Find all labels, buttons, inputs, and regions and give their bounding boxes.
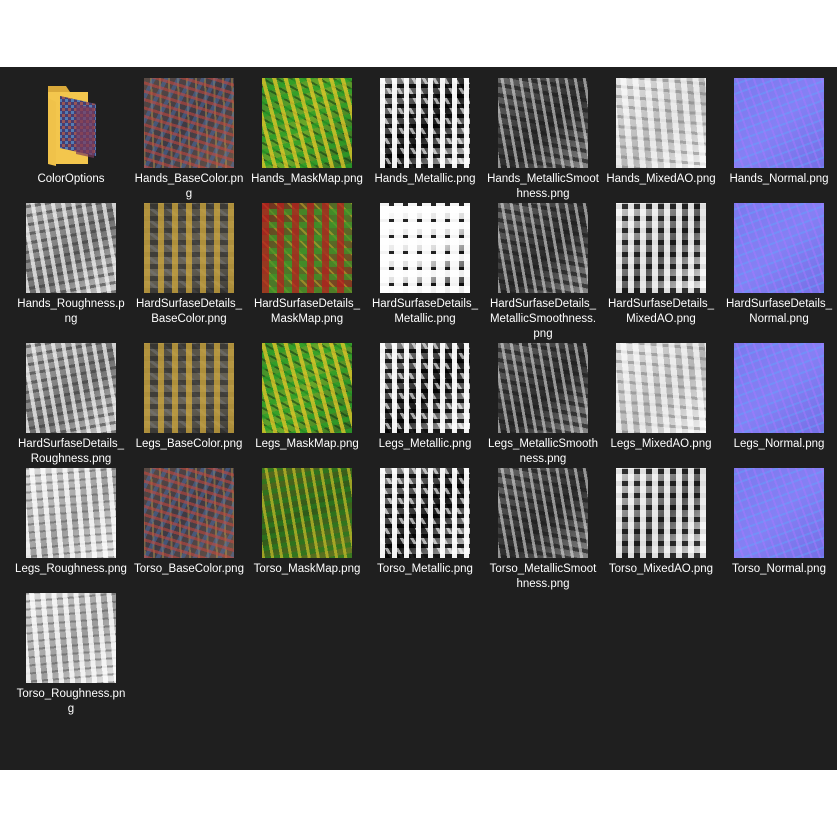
file-item[interactable]: Legs_MaskMap.png [248, 342, 366, 467]
folder-label: ColorOptions [37, 173, 105, 185]
file-item[interactable]: Torso_BaseColor.png [130, 467, 248, 592]
file-thumbnail [262, 203, 352, 293]
file-label: HardSurfaseDetails_Normal.png [725, 298, 833, 325]
file-label: Legs_Metallic.png [378, 438, 472, 450]
file-thumbnail [262, 468, 352, 558]
file-item[interactable]: HardSurfaseDetails_BaseColor.png [130, 202, 248, 342]
file-label: Legs_Roughness.png [15, 563, 127, 575]
file-item[interactable]: Hands_MixedAO.png [602, 77, 720, 202]
file-item[interactable]: Legs_Metallic.png [366, 342, 484, 467]
file-thumbnail [26, 593, 116, 683]
file-thumbnail [144, 468, 234, 558]
file-label: Torso_Roughness.png [16, 688, 126, 715]
file-label: HardSurfaseDetails_MaskMap.png [253, 298, 361, 325]
file-item[interactable]: Legs_Normal.png [720, 342, 837, 467]
file-thumbnail [498, 203, 588, 293]
file-item[interactable]: Hands_Normal.png [720, 77, 837, 202]
file-label: Legs_MaskMap.png [255, 438, 359, 450]
file-thumbnail [734, 343, 824, 433]
file-item[interactable]: Legs_Roughness.png [12, 467, 130, 592]
file-thumbnail [498, 343, 588, 433]
file-item[interactable]: Torso_Roughness.png [12, 592, 130, 717]
file-label: Hands_Normal.png [729, 173, 829, 185]
file-thumbnail [734, 468, 824, 558]
file-item[interactable]: Legs_MetallicSmoothness.png [484, 342, 602, 467]
file-thumbnail [262, 78, 352, 168]
file-item[interactable]: Hands_MetallicSmoothness.png [484, 77, 602, 202]
file-item[interactable]: HardSurfaseDetails_Normal.png [720, 202, 837, 342]
file-item[interactable]: Torso_Normal.png [720, 467, 837, 592]
file-item[interactable]: Legs_BaseColor.png [130, 342, 248, 467]
file-label: Hands_Metallic.png [374, 173, 476, 185]
file-thumbnail [144, 343, 234, 433]
file-label: Torso_MetallicSmoothness.png [489, 563, 597, 590]
file-item[interactable]: Torso_MetallicSmoothness.png [484, 467, 602, 592]
file-thumbnail [144, 78, 234, 168]
file-item[interactable]: Hands_Roughness.png [12, 202, 130, 342]
file-label: HardSurfaseDetails_MetallicSmoothness.pn… [489, 298, 597, 340]
file-label: HardSurfaseDetails_BaseColor.png [135, 298, 243, 325]
file-thumbnail [262, 343, 352, 433]
file-thumbnail [616, 203, 706, 293]
file-item[interactable]: Hands_BaseColor.png [130, 77, 248, 202]
folder-icon [26, 78, 116, 168]
file-item[interactable]: Legs_MixedAO.png [602, 342, 720, 467]
file-thumbnail [144, 203, 234, 293]
file-thumbnail [380, 203, 470, 293]
file-item[interactable]: Torso_MixedAO.png [602, 467, 720, 592]
file-label: HardSurfaseDetails_MixedAO.png [607, 298, 715, 325]
file-thumbnail [498, 78, 588, 168]
file-label: Hands_BaseColor.png [134, 173, 244, 200]
file-label: Legs_Normal.png [733, 438, 825, 450]
file-label: Torso_Normal.png [732, 563, 826, 575]
file-label: Legs_MixedAO.png [610, 438, 712, 450]
file-explorer-view: ColorOptions Hands_BaseColor.png Hands_Ma… [0, 67, 837, 770]
file-item[interactable]: HardSurfaseDetails_Metallic.png [366, 202, 484, 342]
file-label: Hands_MaskMap.png [251, 173, 363, 185]
file-thumbnail [734, 78, 824, 168]
file-item[interactable]: Torso_Metallic.png [366, 467, 484, 592]
file-thumbnail [26, 343, 116, 433]
file-thumbnail [734, 203, 824, 293]
file-item[interactable]: Hands_Metallic.png [366, 77, 484, 202]
file-label: Torso_MaskMap.png [253, 563, 361, 575]
file-item[interactable]: HardSurfaseDetails_MixedAO.png [602, 202, 720, 342]
folder-item[interactable]: ColorOptions [12, 77, 130, 202]
file-thumbnail [26, 468, 116, 558]
file-item[interactable]: HardSurfaseDetails_Roughness.png [12, 342, 130, 467]
file-label: Torso_BaseColor.png [134, 563, 244, 575]
file-thumbnail [498, 468, 588, 558]
file-label: Legs_MetallicSmoothness.png [488, 438, 598, 465]
file-label: HardSurfaseDetails_Roughness.png [17, 438, 125, 465]
file-thumbnail [380, 78, 470, 168]
file-label: Hands_MetallicSmoothness.png [487, 173, 599, 200]
file-item[interactable]: HardSurfaseDetails_MaskMap.png [248, 202, 366, 342]
file-item[interactable]: Torso_MaskMap.png [248, 467, 366, 592]
file-thumbnail [380, 343, 470, 433]
file-thumbnail [616, 78, 706, 168]
file-label: HardSurfaseDetails_Metallic.png [371, 298, 479, 325]
file-label: Torso_MixedAO.png [608, 563, 714, 575]
file-label: Legs_BaseColor.png [135, 438, 243, 450]
file-item[interactable]: Hands_MaskMap.png [248, 77, 366, 202]
file-label: Torso_Metallic.png [377, 563, 473, 575]
file-thumbnail [380, 468, 470, 558]
file-label: Hands_Roughness.png [17, 298, 125, 325]
file-thumbnail [26, 203, 116, 293]
file-label: Hands_MixedAO.png [606, 173, 716, 185]
file-item[interactable]: HardSurfaseDetails_MetallicSmoothness.pn… [484, 202, 602, 342]
file-thumbnail [616, 343, 706, 433]
file-grid: ColorOptions Hands_BaseColor.png Hands_Ma… [12, 77, 837, 717]
file-thumbnail [616, 468, 706, 558]
